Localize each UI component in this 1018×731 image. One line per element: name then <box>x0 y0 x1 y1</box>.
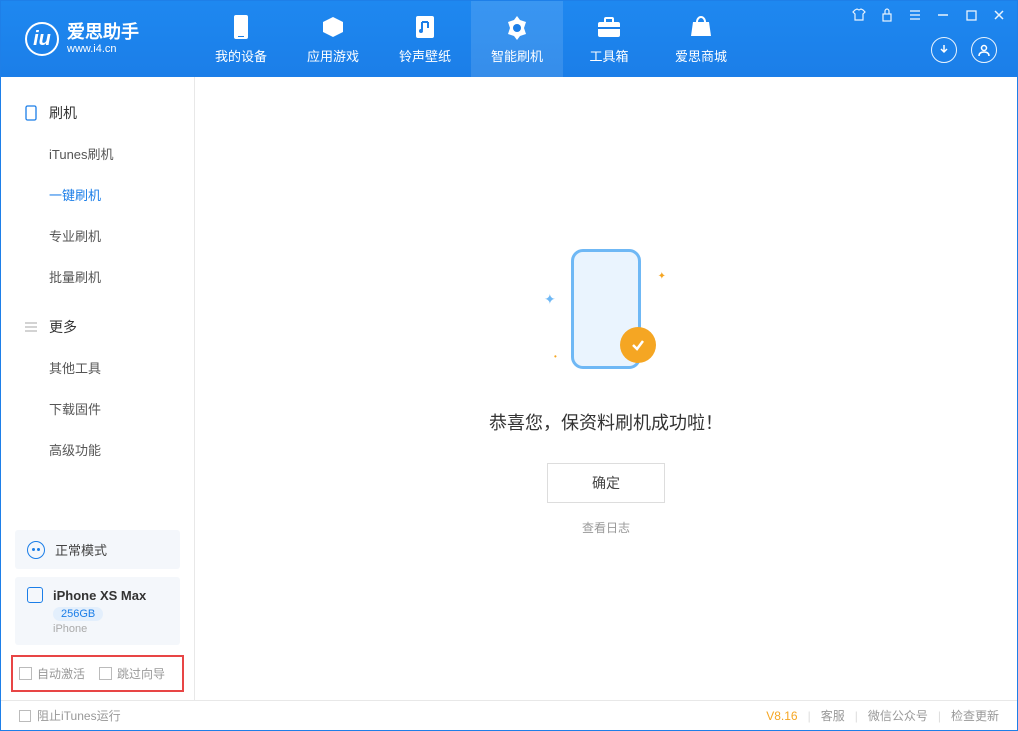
device-capacity: 256GB <box>53 607 103 621</box>
window-controls <box>851 7 1007 23</box>
checkmark-badge-icon <box>620 327 656 363</box>
toolbox-icon <box>596 14 622 40</box>
app-logo-icon: iu <box>25 22 59 56</box>
checkbox-label: 阻止iTunes运行 <box>37 707 121 724</box>
view-log-link[interactable]: 查看日志 <box>582 519 630 536</box>
nav-tab-flash[interactable]: 智能刷机 <box>471 1 563 77</box>
nav-tab-label: 应用游戏 <box>307 46 359 65</box>
checkbox-label: 自动激活 <box>37 665 85 682</box>
mode-label: 正常模式 <box>55 540 107 559</box>
apps-icon <box>320 14 346 40</box>
nav-tab-label: 我的设备 <box>215 46 267 65</box>
ok-button[interactable]: 确定 <box>547 463 665 503</box>
device-phone-icon <box>27 587 43 603</box>
success-title: 恭喜您，保资料刷机成功啦！ <box>489 409 723 435</box>
sidebar-group-more: 更多 <box>1 307 194 347</box>
title-bar: iu 爱思助手 www.i4.cn 我的设备 应用游戏 铃声壁纸 智能刷机 工具… <box>1 1 1017 77</box>
checkbox-icon <box>19 667 32 680</box>
nav-tab-my-device[interactable]: 我的设备 <box>195 1 287 77</box>
sidebar-item-advanced[interactable]: 高级功能 <box>1 429 194 470</box>
flash-icon <box>504 14 530 40</box>
nav-tabs: 我的设备 应用游戏 铃声壁纸 智能刷机 工具箱 爱思商城 <box>195 1 747 77</box>
close-button[interactable] <box>991 7 1007 23</box>
checkbox-icon <box>19 710 31 722</box>
nav-tab-label: 工具箱 <box>589 46 628 65</box>
menu-icon[interactable] <box>907 7 923 23</box>
list-icon <box>23 319 39 335</box>
device-icon <box>228 14 254 40</box>
normal-mode-icon <box>27 541 45 559</box>
checkbox-auto-activate[interactable]: 自动激活 <box>19 665 85 682</box>
check-update-link[interactable]: 检查更新 <box>951 707 999 724</box>
sidebar: 刷机 iTunes刷机 一键刷机 专业刷机 批量刷机 更多 其他工具 下载固件 … <box>1 77 195 700</box>
success-illustration: ✦✦• <box>536 241 676 381</box>
download-icon[interactable] <box>931 37 957 63</box>
user-icon[interactable] <box>971 37 997 63</box>
sidebar-item-pro-flash[interactable]: 专业刷机 <box>1 215 194 256</box>
version-label: V8.16 <box>766 709 797 723</box>
checkbox-skip-guide[interactable]: 跳过向导 <box>99 665 165 682</box>
checkbox-block-itunes[interactable]: 阻止iTunes运行 <box>19 707 121 724</box>
checkbox-icon <box>99 667 112 680</box>
flash-options-highlight: 自动激活 跳过向导 <box>11 655 184 692</box>
sidebar-item-batch-flash[interactable]: 批量刷机 <box>1 256 194 297</box>
nav-tab-label: 爱思商城 <box>675 46 727 65</box>
nav-tab-ringtone[interactable]: 铃声壁纸 <box>379 1 471 77</box>
support-link[interactable]: 客服 <box>821 707 845 724</box>
app-title: 爱思助手 <box>67 23 139 43</box>
lock-icon[interactable] <box>879 7 895 23</box>
sidebar-item-download-firmware[interactable]: 下载固件 <box>1 388 194 429</box>
phone-icon <box>23 105 39 121</box>
nav-tab-label: 智能刷机 <box>491 46 543 65</box>
main-content: ✦✦• 恭喜您，保资料刷机成功啦！ 确定 查看日志 <box>195 77 1017 700</box>
wechat-link[interactable]: 微信公众号 <box>868 707 928 724</box>
nav-tab-store[interactable]: 爱思商城 <box>655 1 747 77</box>
sidebar-group-flash: 刷机 <box>1 93 194 133</box>
nav-tab-apps[interactable]: 应用游戏 <box>287 1 379 77</box>
ringtone-icon <box>412 14 438 40</box>
footer-bar: 阻止iTunes运行 V8.16 | 客服 | 微信公众号 | 检查更新 <box>1 700 1017 730</box>
nav-tab-toolbox[interactable]: 工具箱 <box>563 1 655 77</box>
minimize-button[interactable] <box>935 7 951 23</box>
maximize-button[interactable] <box>963 7 979 23</box>
sidebar-group-label: 刷机 <box>49 103 77 123</box>
mode-card[interactable]: 正常模式 <box>15 530 180 569</box>
app-url: www.i4.cn <box>67 43 139 55</box>
tshirt-icon[interactable] <box>851 7 867 23</box>
sidebar-group-label: 更多 <box>49 317 77 337</box>
sidebar-item-itunes-flash[interactable]: iTunes刷机 <box>1 133 194 174</box>
device-type: iPhone <box>53 623 168 635</box>
device-name: iPhone XS Max <box>53 588 146 603</box>
sidebar-item-oneclick-flash[interactable]: 一键刷机 <box>1 174 194 215</box>
device-card[interactable]: iPhone XS Max 256GB iPhone <box>15 577 180 645</box>
sidebar-item-other-tools[interactable]: 其他工具 <box>1 347 194 388</box>
checkbox-label: 跳过向导 <box>117 665 165 682</box>
store-icon <box>688 14 714 40</box>
logo-area: iu 爱思助手 www.i4.cn <box>1 22 195 56</box>
nav-tab-label: 铃声壁纸 <box>399 46 451 65</box>
